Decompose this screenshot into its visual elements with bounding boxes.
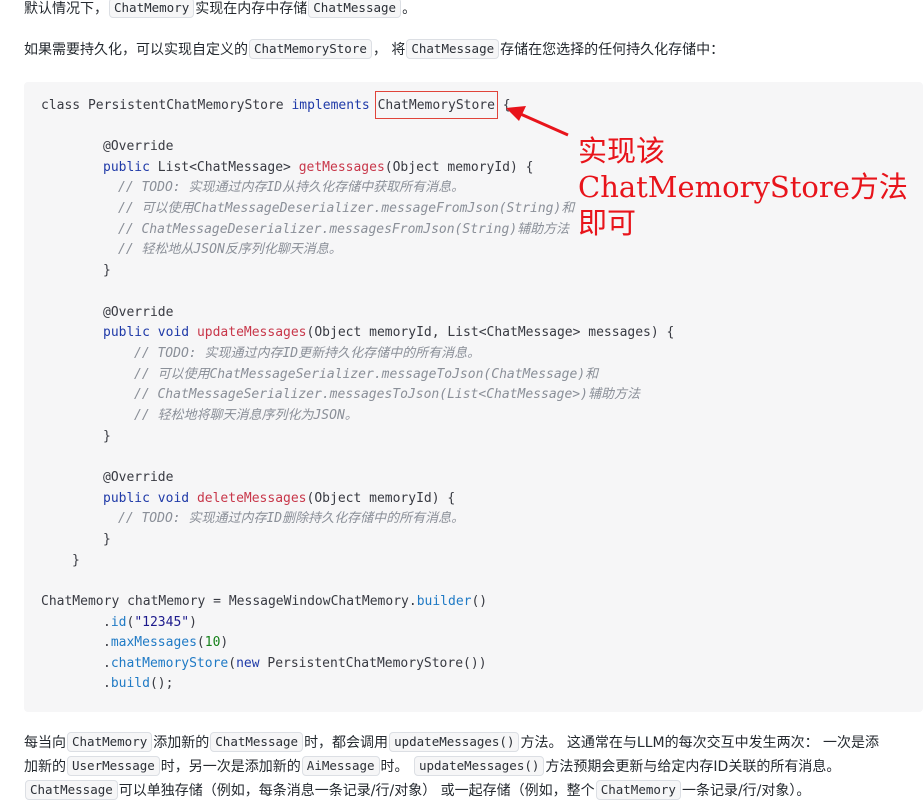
paragraph-update-explanation-line3: ChatMessage 可以单独存储（例如，每条消息一条记录/行/对象） 或一起存…	[24, 779, 917, 803]
code-comment: // 轻松地从JSON反序列化聊天消息。	[118, 242, 342, 257]
code-comment: // TODO: 实现通过内存ID删除持久化存储中的所有消息。	[118, 511, 465, 526]
code-comment: // ChatMessageDeserializer.messagesFromJ…	[118, 222, 570, 237]
inline-code: ChatMessage	[308, 0, 402, 18]
keyword: new	[236, 656, 260, 671]
paragraph-update-explanation: 每当向 ChatMemory 添加新的 ChatMessage 时，都会调用 update…	[24, 731, 917, 755]
string-literal: "12345"	[134, 615, 190, 630]
code-line: }	[103, 263, 111, 278]
method-name: updateMessages	[196, 325, 307, 340]
inline-code: ChatMemory	[595, 780, 681, 800]
code-comment: // 可以使用ChatMessageDeserializer.messageFr…	[118, 201, 575, 216]
inline-code: ChatMessage	[25, 780, 118, 800]
code-comment: // TODO: 实现通过内存ID更新持久化存储中的所有消息。	[134, 346, 481, 361]
method-name: getMessages	[298, 160, 385, 175]
keyword: void	[157, 491, 190, 506]
text: ， 将	[372, 42, 406, 58]
text: 加新的	[24, 759, 66, 775]
text: 添加新的	[153, 735, 210, 751]
code-comment: // TODO: 实现通过内存ID从持久化存储中获取所有消息。	[118, 180, 465, 195]
inline-code: UserMessage	[67, 756, 160, 776]
inline-code: ChatMessage	[406, 39, 500, 59]
annotation-line-1: 实现该	[578, 134, 666, 168]
text: 每当向	[24, 735, 66, 751]
inline-code: ChatMemoryStore	[249, 39, 372, 59]
keyword: public	[103, 160, 150, 175]
code-line: public void deleteMessages(Object memory…	[103, 491, 456, 506]
code-line: .build();	[103, 676, 174, 691]
inline-code: ChatMemory	[109, 0, 195, 18]
method-call: id	[110, 615, 127, 630]
annotation-line-3: 即可	[578, 206, 637, 240]
code-line: @Override	[103, 470, 174, 485]
paragraph-persistence: 如果需要持久化，可以实现自定义的 ChatMemoryStore， 将 ChatMe…	[24, 38, 917, 62]
text: 方法预期会更新与给定内存ID关联的所有消息。	[545, 759, 841, 775]
code-line: }	[103, 429, 111, 444]
keyword: implements	[291, 98, 370, 113]
text: 实现在内存中存储	[195, 1, 308, 17]
keyword: public	[103, 491, 150, 506]
code-comment: // ChatMessageSerializer.messagesToJson(…	[134, 387, 640, 402]
text: 方法。 这通常在与LLM的每次交互中发生两次： 一次是添	[520, 735, 880, 751]
text: 一条记录/行/对象）。	[681, 783, 811, 799]
method-call: builder	[416, 594, 472, 609]
code-comment: // 轻松地将聊天消息序列化为JSON。	[134, 408, 358, 423]
code-line: ChatMemory chatMemory = MessageWindowCha…	[41, 594, 488, 609]
code-line: @Override	[103, 305, 174, 320]
code-line: public List<ChatMessage> getMessages(Obj…	[103, 160, 534, 175]
inline-code: ChatMemory	[67, 732, 153, 752]
method-call: maxMessages	[110, 635, 197, 650]
method-call: chatMemoryStore	[110, 656, 229, 671]
method-call: build	[110, 676, 150, 691]
inline-code: AiMessage	[301, 756, 380, 776]
method-name: deleteMessages	[196, 491, 307, 506]
paragraph-update-explanation-line2: 加新的 UserMessage 时，另一次是添加新的 AiMessage 时。 upda…	[24, 755, 917, 779]
code-line: .chatMemoryStore(new PersistentChatMemor…	[103, 656, 487, 671]
annotation-line-2: ChatMemoryStore方法	[578, 170, 908, 204]
code-line: }	[103, 532, 111, 547]
number-literal: 10	[204, 635, 221, 650]
text: 时，都会调用	[304, 735, 389, 751]
inline-code: updateMessages()	[413, 756, 545, 776]
text: 存储在您选择的任何持久化存储中：	[500, 42, 725, 58]
inline-code: ChatMessage	[210, 732, 304, 752]
arrow-icon	[506, 106, 569, 137]
keyword: public	[103, 325, 150, 340]
code-line: }	[72, 553, 80, 568]
text: 。	[402, 1, 417, 17]
code-line: .maxMessages(10)	[103, 635, 229, 650]
keyword: void	[157, 325, 190, 340]
text: 默认情况下，	[24, 1, 108, 17]
code-line: .id("12345")	[103, 615, 197, 630]
code-comment: // 可以使用ChatMessageSerializer.messageToJs…	[134, 367, 599, 382]
code-line: public void updateMessages(Object memory…	[103, 325, 675, 340]
annotation-override: @Override	[103, 139, 174, 154]
code-line: @Override	[103, 137, 173, 157]
highlight-box	[375, 91, 498, 119]
text: 如果需要持久化，可以实现自定义的	[24, 42, 248, 58]
paragraph-default-storage: 默认情况下， ChatMemory 实现在内存中存储 ChatMessage。	[24, 0, 917, 21]
inline-code: updateMessages()	[389, 732, 520, 752]
text: 可以单独存储（例如，每条消息一条记录/行/对象） 或一起存储（例如，整个	[118, 783, 595, 799]
text: 时，另一次是添加新的	[160, 759, 301, 775]
text: 时。	[380, 759, 413, 775]
